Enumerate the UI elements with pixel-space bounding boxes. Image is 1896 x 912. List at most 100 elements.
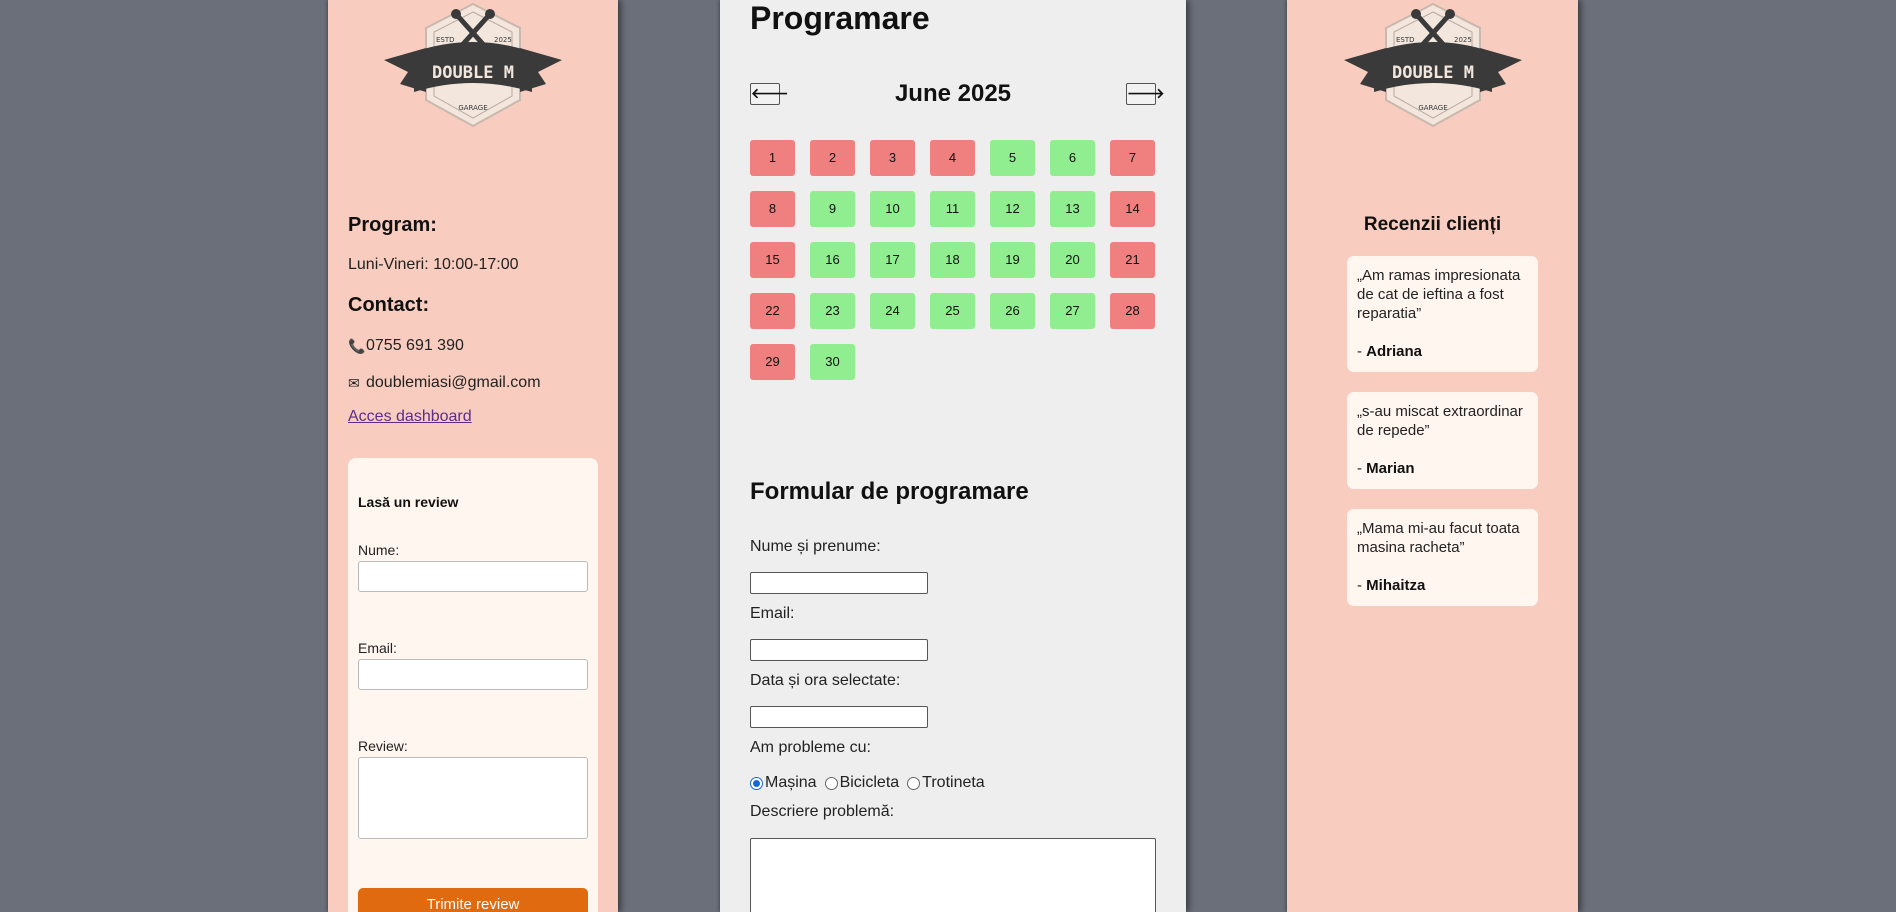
booking-panel: Programare 🡐 June 2025 🡒 1 2 3 4 5 6 7 8 9 10 11 12…	[720, 0, 1186, 912]
submit-review-button[interactable]: Trimite review	[358, 888, 588, 912]
logo-year: 2025	[494, 36, 512, 44]
phone-number: 0755 691 390	[366, 337, 464, 354]
envelope-icon: ✉	[348, 375, 360, 391]
calendar-day-8[interactable]: 8	[750, 191, 795, 227]
calendar-day-3[interactable]: 3	[870, 140, 915, 176]
garage-logo-right-icon: ESTD 2025 DOUBLE M GARAGE	[1343, 2, 1522, 128]
description-textarea[interactable]	[750, 838, 1156, 912]
calendar-day-13[interactable]: 13	[1050, 191, 1095, 227]
booking-datetime-input[interactable]	[750, 706, 928, 728]
option-bike[interactable]: Bicicleta	[824, 774, 900, 792]
booking-email-input[interactable]	[750, 639, 928, 661]
program-hours: Luni-Vineri: 10:00-17:00	[348, 256, 519, 273]
logo-right-year: 2025	[1454, 36, 1472, 44]
booking-email-label: Email:	[750, 605, 795, 622]
logo-name: DOUBLE M	[432, 63, 514, 83]
calendar-day-10[interactable]: 10	[870, 191, 915, 227]
calendar-day-26[interactable]: 26	[990, 293, 1035, 329]
calendar-day-5[interactable]: 5	[990, 140, 1035, 176]
dashboard-link[interactable]: Acces dashboard	[348, 408, 472, 426]
calendar-day-16[interactable]: 16	[810, 242, 855, 278]
calendar-day-11[interactable]: 11	[930, 191, 975, 227]
calendar-day-1[interactable]: 1	[750, 140, 795, 176]
calendar-day-9[interactable]: 9	[810, 191, 855, 227]
calendar-day-27[interactable]: 27	[1050, 293, 1095, 329]
contact-email: ✉ doublemiasi@gmail.com	[348, 374, 541, 392]
review-textarea[interactable]	[358, 757, 588, 839]
phone-icon: 📞	[348, 338, 366, 354]
page-title: Programare	[750, 0, 930, 36]
option-car-label: Mașina	[765, 774, 817, 791]
calendar-day-21[interactable]: 21	[1110, 242, 1155, 278]
booking-name-input[interactable]	[750, 572, 928, 594]
right-sidebar: ESTD 2025 DOUBLE M GARAGE Recenzii clien…	[1287, 0, 1578, 912]
calendar-day-29[interactable]: 29	[750, 344, 795, 380]
logo-estd: ESTD	[436, 36, 455, 44]
contact-heading: Contact:	[348, 294, 430, 316]
review-author-line: - Mihaitza	[1357, 577, 1426, 594]
review-text: „s-au miscat extraordinar de repede”	[1357, 403, 1523, 439]
calendar-day-14[interactable]: 14	[1110, 191, 1155, 227]
garage-logo: ESTD 2025 DOUBLE M GARAGE	[382, 0, 564, 130]
review-card: „Mama mi-au facut toata masina racheta” …	[1347, 509, 1538, 606]
calendar-day-19[interactable]: 19	[990, 242, 1035, 278]
contact-phone: 📞0755 691 390	[348, 337, 464, 355]
radio-scooter[interactable]	[907, 776, 921, 790]
logo-right-sub: GARAGE	[1418, 104, 1447, 112]
review-text-label: Review:	[358, 738, 408, 754]
radio-car[interactable]	[750, 776, 763, 790]
calendar-day-15[interactable]: 15	[750, 242, 795, 278]
booking-name-label: Nume și prenume:	[750, 538, 881, 555]
option-scooter[interactable]: Trotineta	[907, 774, 985, 792]
calendar-day-23[interactable]: 23	[810, 293, 855, 329]
review-author: Mihaitza	[1366, 577, 1426, 594]
calendar-day-28[interactable]: 28	[1110, 293, 1155, 329]
description-label: Descriere problemă:	[750, 803, 895, 820]
calendar-day-30[interactable]: 30	[810, 344, 855, 380]
booking-datetime-label: Data și ora selectate:	[750, 672, 901, 689]
calendar-day-24[interactable]: 24	[870, 293, 915, 329]
calendar-day-17[interactable]: 17	[870, 242, 915, 278]
booking-form-title: Formular de programare	[750, 478, 1029, 505]
program-heading: Program:	[348, 214, 437, 236]
review-form: Lasă un review Nume: Email: Review: Trim…	[348, 458, 598, 912]
garage-logo-icon: ESTD 2025 DOUBLE M GARAGE	[384, 2, 562, 128]
calendar-day-4[interactable]: 4	[930, 140, 975, 176]
review-author: Marian	[1366, 460, 1415, 477]
email-address: doublemiasi@gmail.com	[366, 374, 541, 391]
calendar-day-12[interactable]: 12	[990, 191, 1035, 227]
option-bike-label: Bicicleta	[839, 774, 900, 791]
calendar-day-6[interactable]: 6	[1050, 140, 1095, 176]
problem-options: Mașina Bicicleta Trotineta	[750, 774, 993, 792]
review-card: „s-au miscat extraordinar de repede” - M…	[1347, 392, 1538, 489]
option-car[interactable]: Mașina	[750, 774, 817, 792]
review-author-line: - Marian	[1357, 460, 1415, 477]
calendar-day-20[interactable]: 20	[1050, 242, 1095, 278]
problem-label: Am probleme cu:	[750, 739, 871, 756]
review-name-input[interactable]	[358, 561, 588, 592]
calendar-day-25[interactable]: 25	[930, 293, 975, 329]
review-author-line: - Adriana	[1357, 343, 1423, 360]
review-form-title: Lasă un review	[358, 494, 459, 510]
left-sidebar: ESTD 2025 DOUBLE M GARAGE Program: Luni-…	[328, 0, 618, 912]
calendar-day-22[interactable]: 22	[750, 293, 795, 329]
month-label: June 2025	[894, 80, 1012, 107]
calendar-day-18[interactable]: 18	[930, 242, 975, 278]
review-text: „Am ramas impresionata de cat de ieftina…	[1357, 267, 1521, 322]
review-author: Adriana	[1366, 343, 1423, 360]
logo-sub: GARAGE	[458, 104, 487, 112]
option-scooter-label: Trotineta	[922, 774, 985, 791]
calendar-day-7[interactable]: 7	[1110, 140, 1155, 176]
review-text: „Mama mi-au facut toata masina racheta”	[1357, 520, 1520, 556]
radio-bike[interactable]	[824, 776, 838, 790]
review-email-label: Email:	[358, 640, 397, 656]
review-email-input[interactable]	[358, 659, 588, 690]
review-card: „Am ramas impresionata de cat de ieftina…	[1347, 256, 1538, 372]
logo-right-estd: ESTD	[1396, 36, 1415, 44]
calendar-day-2[interactable]: 2	[810, 140, 855, 176]
logo-right-name: DOUBLE M	[1392, 63, 1474, 83]
review-name-label: Nume:	[358, 542, 400, 558]
reviews-title: Recenzii clienți	[1363, 214, 1502, 235]
next-month-button[interactable]: 🡒	[1126, 83, 1165, 105]
garage-logo-right: ESTD 2025 DOUBLE M GARAGE	[1342, 0, 1524, 130]
